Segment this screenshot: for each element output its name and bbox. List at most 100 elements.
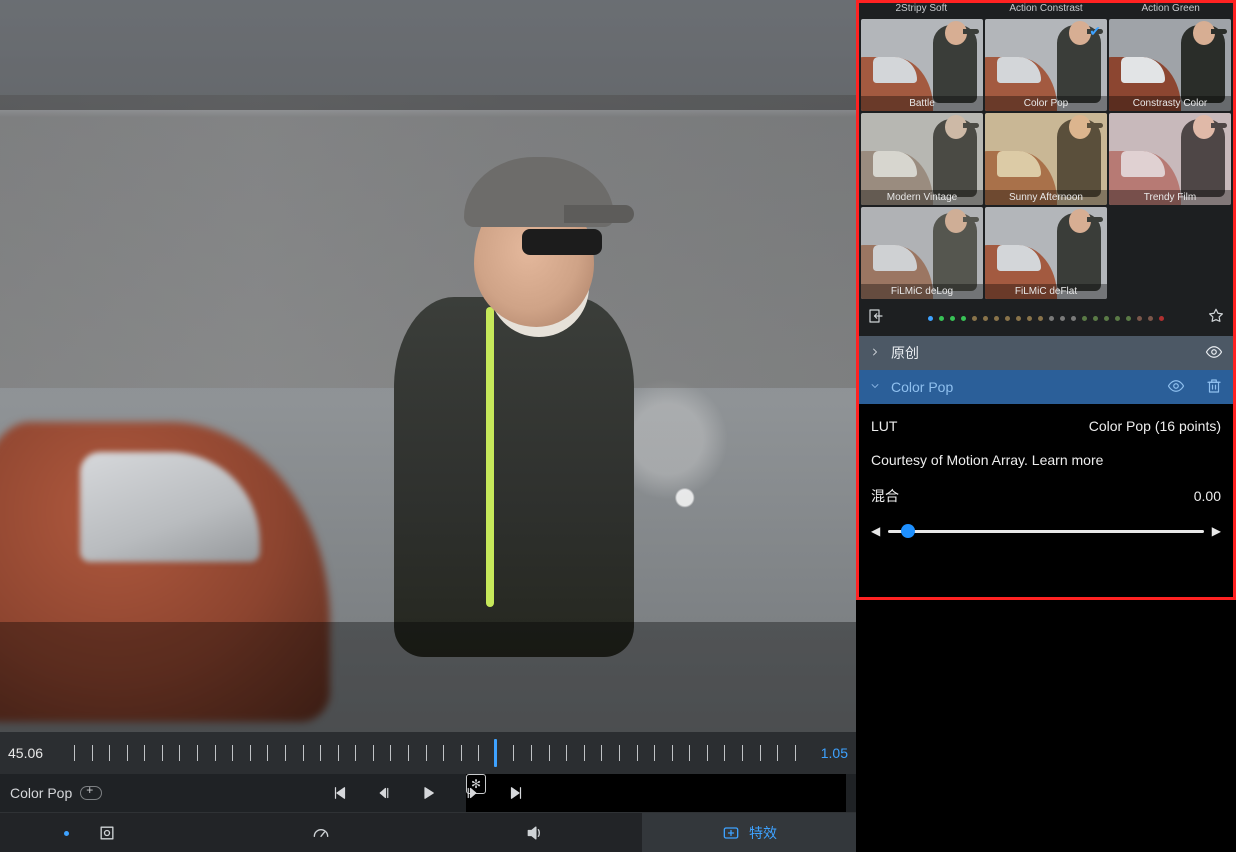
timeline-tick	[303, 745, 304, 761]
pager-dot[interactable]	[1049, 316, 1054, 321]
timeline-cursor[interactable]	[494, 739, 497, 767]
pager-dot[interactable]	[961, 316, 966, 321]
pager-dot[interactable]	[1148, 316, 1153, 321]
preview-bottom-shade	[0, 622, 856, 732]
timeline-tick	[584, 745, 585, 761]
timeline-tick	[531, 745, 532, 761]
timeline-tick	[654, 745, 655, 761]
pager-dot[interactable]	[1071, 316, 1076, 321]
timeline-tick	[215, 745, 216, 761]
pager-dot[interactable]	[1016, 316, 1021, 321]
favorite-button[interactable]	[1207, 307, 1225, 330]
timeline-tick	[285, 745, 286, 761]
jump-start-button[interactable]	[331, 784, 349, 802]
mix-thumb[interactable]	[901, 524, 915, 538]
pager-dot[interactable]	[939, 316, 944, 321]
fx-preset-filmic-deflat[interactable]: FiLMiC deFlat	[985, 207, 1107, 299]
timeline[interactable]: 45.06 1.05	[0, 732, 856, 774]
transport-controls	[331, 784, 525, 802]
timeline-tick	[408, 745, 409, 761]
mix-label: 混合	[871, 486, 899, 506]
timeline-tick	[619, 745, 620, 761]
fx-preset-color-pop[interactable]: ✔Color Pop	[985, 19, 1107, 111]
preset-caption: Modern Vintage	[861, 190, 983, 205]
tab-audio[interactable]	[428, 812, 642, 852]
fx-preset-filmic-delog[interactable]: FiLMiC deLog	[861, 207, 983, 299]
pager-dot[interactable]	[1093, 316, 1098, 321]
fx-preset-constrasty-color[interactable]: Constrasty Color	[1109, 19, 1231, 111]
scene-brim	[564, 205, 634, 223]
play-button[interactable]	[419, 784, 437, 802]
add-clip-button[interactable]	[80, 786, 102, 800]
pager-dot[interactable]	[1005, 316, 1010, 321]
timeline-ruler[interactable]	[68, 740, 802, 766]
timeline-tick	[232, 745, 233, 761]
app: 45.06 1.05 Color Pop ✻	[0, 0, 1236, 852]
fx-preset-modern-vintage[interactable]: Modern Vintage	[861, 113, 983, 205]
pager-dot[interactable]	[1038, 316, 1043, 321]
fx-preset-sunny-afternoon[interactable]: Sunny Afternoon	[985, 113, 1107, 205]
pager-dot[interactable]	[972, 316, 977, 321]
preview-top-shade	[0, 0, 856, 110]
tab-speed[interactable]	[214, 812, 428, 852]
scene-glasses	[522, 229, 602, 255]
pager-dot[interactable]	[1082, 316, 1087, 321]
fx-preset-trendy-film[interactable]: Trendy Film	[1109, 113, 1231, 205]
fx-preset-battle[interactable]: Battle	[861, 19, 983, 111]
tab-crop[interactable]	[0, 812, 214, 852]
timeline-tick	[777, 745, 778, 761]
pager-dot[interactable]	[1159, 316, 1164, 321]
import-lut-button[interactable]	[867, 307, 885, 330]
timeline-tick	[601, 745, 602, 761]
scene-jacket	[394, 297, 634, 657]
timeline-tick	[390, 745, 391, 761]
pager-dot[interactable]	[1137, 316, 1142, 321]
speaker-icon	[525, 823, 545, 843]
pager-dots[interactable]	[889, 316, 1203, 321]
pager-dot[interactable]	[950, 316, 955, 321]
colorpop-visibility-toggle[interactable]	[1167, 377, 1185, 398]
mix-decrement[interactable]: ◀	[871, 524, 880, 538]
courtesy-text[interactable]: Courtesy of Motion Array. Learn more	[871, 452, 1221, 468]
timeline-tick	[443, 745, 444, 761]
section-colorpop[interactable]: Color Pop	[859, 370, 1233, 404]
original-visibility-toggle[interactable]	[1205, 343, 1223, 364]
timeline-tick	[478, 745, 479, 761]
preset-caption: Sunny Afternoon	[985, 190, 1107, 205]
video-preview[interactable]	[0, 0, 856, 732]
step-forward-button[interactable]	[463, 784, 481, 802]
section-original[interactable]: 原创	[859, 336, 1233, 370]
left-pane: 45.06 1.05 Color Pop ✻	[0, 0, 856, 852]
lut-row: LUT Color Pop (16 points)	[871, 418, 1221, 434]
tab-effects-label: 特效	[749, 823, 777, 843]
timeline-tick	[513, 745, 514, 761]
mix-value: 0.00	[1194, 488, 1221, 504]
colorpop-delete-button[interactable]	[1205, 377, 1223, 398]
timeline-tick	[549, 745, 550, 761]
crop-icon	[97, 823, 117, 843]
timeline-current: 45.06	[8, 745, 68, 761]
mix-increment[interactable]: ▶	[1212, 524, 1221, 538]
timeline-tick	[197, 745, 198, 761]
jump-end-button[interactable]	[507, 784, 525, 802]
mix-track[interactable]	[888, 530, 1204, 533]
mix-slider[interactable]: ◀ ▶	[871, 524, 1221, 538]
fx-top-label-1: Action Constrast	[984, 3, 1109, 17]
pager-dot[interactable]	[1060, 316, 1065, 321]
pager-dot[interactable]	[994, 316, 999, 321]
lut-value: Color Pop (16 points)	[1089, 418, 1221, 434]
pager-dot[interactable]	[1126, 316, 1131, 321]
pager-dot[interactable]	[1115, 316, 1120, 321]
pager-dot[interactable]	[928, 316, 933, 321]
preset-caption: FiLMiC deLog	[861, 284, 983, 299]
timeline-total: 1.05	[802, 745, 848, 761]
step-back-button[interactable]	[375, 784, 393, 802]
pager-dot[interactable]	[1027, 316, 1032, 321]
timeline-tick	[426, 745, 427, 761]
fx-top-label-0: 2Stripy Soft	[859, 3, 984, 17]
pager-dot[interactable]	[983, 316, 988, 321]
tab-effects[interactable]: 特效	[642, 812, 856, 852]
fx-grid: Battle✔Color PopConstrasty Color Modern V…	[859, 17, 1233, 301]
pager-dot[interactable]	[1104, 316, 1109, 321]
timeline-tick	[355, 745, 356, 761]
